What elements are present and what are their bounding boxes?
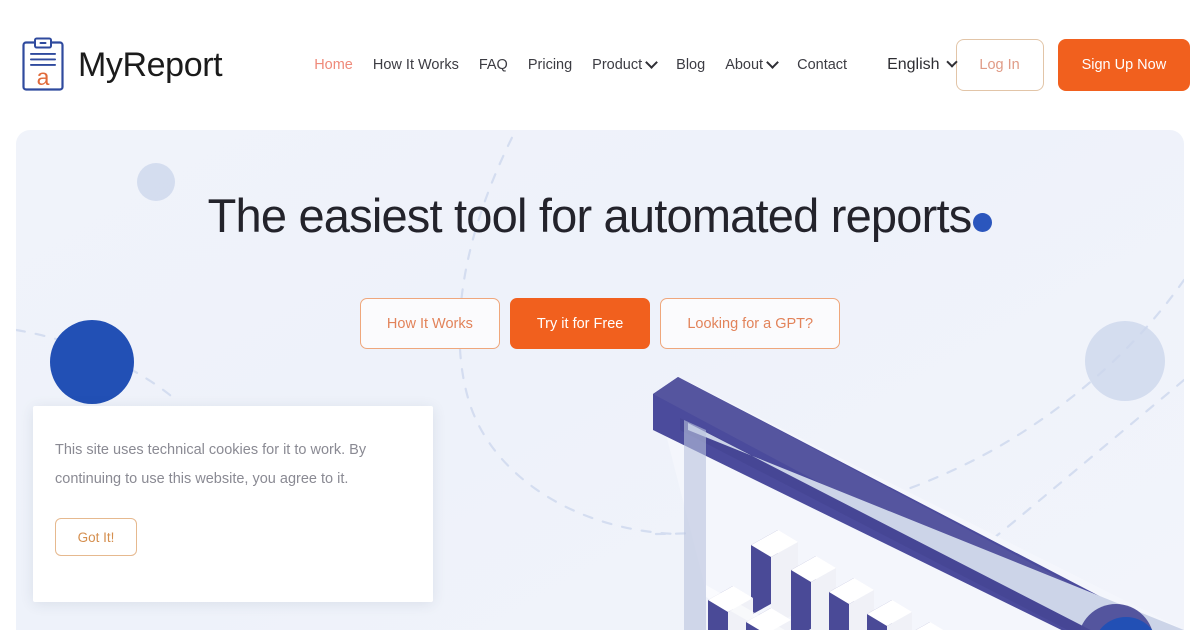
nav-item-faq[interactable]: FAQ — [469, 51, 518, 79]
nav-item-pricing[interactable]: Pricing — [518, 51, 582, 79]
landing-page: a MyReport Home How It Works FAQ Pricing… — [0, 0, 1200, 630]
try-it-free-button[interactable]: Try it for Free — [509, 298, 651, 349]
login-button[interactable]: Log In — [955, 39, 1044, 91]
brand-logo[interactable]: a MyReport — [20, 36, 223, 94]
isometric-laptop-illustration — [653, 377, 1184, 630]
nav-item-about[interactable]: About — [715, 51, 787, 79]
clipboard-letter-a-icon: a — [20, 36, 66, 94]
how-it-works-button[interactable]: How It Works — [359, 298, 500, 349]
svg-text:a: a — [37, 64, 50, 90]
nav-item-how-it-works[interactable]: How It Works — [363, 51, 469, 79]
nav-label: Contact — [797, 57, 848, 73]
nav-item-blog[interactable]: Blog — [666, 51, 715, 79]
hero-cta-group: How It Works Try it for Free Looking for… — [16, 298, 1184, 349]
chevron-down-icon — [766, 55, 779, 69]
nav-label: FAQ — [478, 57, 508, 73]
nav-label: How It Works — [372, 57, 459, 73]
cookie-consent-banner: This site uses technical cookies for it … — [33, 406, 433, 602]
nav-label: Product — [592, 57, 643, 73]
cookie-message: This site uses technical cookies for it … — [55, 442, 367, 487]
title-dot-icon — [973, 213, 993, 232]
header-actions: Log In Sign Up Now — [955, 39, 1191, 91]
language-label: English — [887, 56, 940, 73]
page-title: The easiest tool for automated reports — [16, 188, 1184, 243]
hero-title-text: The easiest tool for automated reports — [207, 189, 973, 242]
nav-item-contact[interactable]: Contact — [787, 51, 857, 79]
nav-label: Blog — [676, 57, 706, 73]
brand-name: MyReport — [78, 45, 223, 84]
nav-label: Home — [314, 57, 353, 73]
chevron-down-icon — [645, 55, 659, 69]
nav-item-product[interactable]: Product — [582, 51, 666, 79]
cookie-accept-button[interactable]: Got It! — [55, 518, 137, 556]
site-header: a MyReport Home How It Works FAQ Pricing… — [0, 0, 1200, 130]
signup-button[interactable]: Sign Up Now — [1057, 39, 1191, 91]
nav-label: Pricing — [527, 57, 573, 73]
language-selector[interactable]: English — [887, 56, 958, 74]
main-nav: Home How It Works FAQ Pricing Product Bl… — [304, 51, 958, 79]
nav-item-home[interactable]: Home — [304, 51, 363, 79]
looking-for-gpt-button[interactable]: Looking for a GPT? — [660, 298, 841, 349]
nav-label: About — [725, 57, 764, 73]
